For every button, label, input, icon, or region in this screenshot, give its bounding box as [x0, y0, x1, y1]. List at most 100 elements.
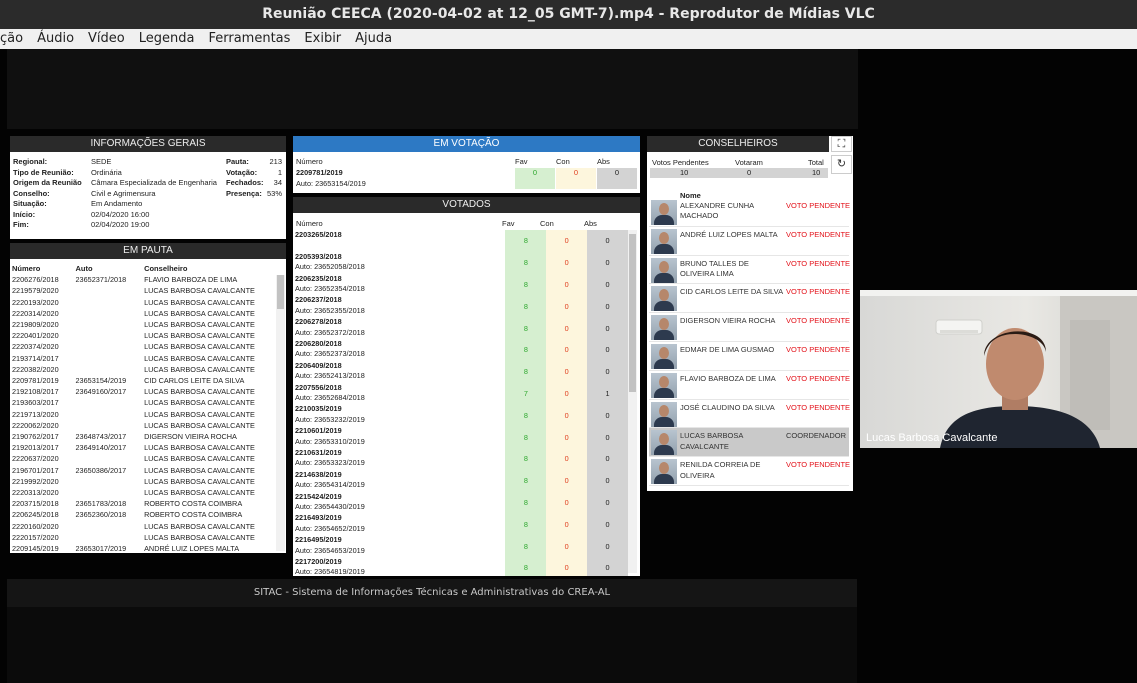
pauta-row[interactable]: 2190762/2017 23648743/2017 DIGERSON VIEIRA…: [10, 431, 286, 442]
conselheiro-row[interactable]: EDMAR DE LIMA GUSMAO VOTO PENDENTE: [649, 342, 851, 371]
votados-list: 2203265/2018 8 0 0 2205393/2018 Auto: 2365205…: [293, 230, 628, 576]
menu-item[interactable]: Ajuda: [355, 29, 392, 49]
conselheiro-row[interactable]: ALEXANDRE CUNHA MACHADO VOTO PENDENTE: [649, 198, 850, 227]
pauta-row[interactable]: 2209781/2019 23653154/2019 CID CARLOS LEIT…: [10, 375, 286, 386]
menu-item[interactable]: Legenda: [139, 29, 195, 49]
pauta-cell: 2219809/2020: [12, 320, 59, 330]
info-field: Regional: SEDE: [13, 157, 223, 168]
pauta-panel: EM PAUTA Número Auto Conselheiro 2206276/20…: [10, 243, 286, 553]
votado-numero: 2217200/2019: [295, 556, 342, 566]
pauta-row[interactable]: 2193603/2017 LUCAS BARBOSA CAVALCANTE: [10, 397, 286, 408]
votacao-con-count: 0: [556, 168, 596, 189]
conselheiro-status: VOTO PENDENTE: [786, 460, 851, 470]
votado-row[interactable]: 2206237/2018 Auto: 23652355/2018 8 0 0: [293, 295, 628, 318]
pauta-row[interactable]: 2220157/2020 LUCAS BARBOSA CAVALCANTE: [10, 532, 286, 543]
pauta-row[interactable]: 2206245/2018 23652360/2018 ROBERTO COSTA C…: [10, 509, 286, 520]
conselheiro-row[interactable]: LUCAS BARBOSA CAVALCANTE COORDENADOR: [649, 428, 849, 458]
menu-item[interactable]: Vídeo: [88, 29, 125, 49]
pauta-cell: [73, 330, 142, 341]
votado-row[interactable]: 2216495/2019 Auto: 23654653/2019 8 0 0: [293, 535, 628, 557]
conselheiro-row[interactable]: DIGERSON VIEIRA ROCHA VOTO PENDENTE: [649, 313, 850, 342]
pauta-row[interactable]: 2206276/2018 23652371/2018 FLAVIO BARBOZA …: [10, 274, 286, 285]
pauta-row[interactable]: 2219579/2020 LUCAS BARBOSA CAVALCANTE: [10, 285, 286, 296]
pauta-row[interactable]: 2220401/2020 LUCAS BARBOSA CAVALCANTE: [10, 330, 286, 341]
pauta-row[interactable]: 2219713/2020 LUCAS BARBOSA CAVALCANTE: [10, 409, 286, 420]
votado-numero: 2206237/2018: [295, 295, 342, 305]
votado-row[interactable]: 2210035/2019 Auto: 23653232/2019 8 0 0: [293, 404, 628, 427]
votados-scrollbar[interactable]: [628, 230, 637, 573]
votado-con: 0: [546, 556, 588, 576]
pauta-row[interactable]: 2192108/2017 23649160/2017 LUCAS BARBOSA C…: [10, 386, 286, 397]
votado-fav: 8: [505, 317, 547, 339]
votado-fav: 8: [505, 447, 547, 470]
votacao-header-con: Con: [556, 157, 570, 166]
conselheiro-row[interactable]: ANDRÉ LUIZ LOPES MALTA VOTO PENDENTE: [649, 227, 850, 256]
votado-fav: 8: [505, 404, 547, 427]
pauta-row[interactable]: 2192013/2017 23649140/2017 LUCAS BARBOSA C…: [10, 442, 286, 453]
votado-row[interactable]: 2216493/2019 Auto: 23654652/2019 8 0 0: [293, 513, 628, 536]
info-title: INFORMAÇÕES GERAIS: [10, 136, 286, 152]
conselheiro-row[interactable]: CID CARLOS LEITE DA SILVA VOTO PENDENTE: [649, 284, 850, 314]
pauta-cell: 2220314/2020: [12, 308, 59, 318]
votado-info: 2210631/2019 Auto: 23653323/2019: [293, 448, 505, 470]
count-pendentes: 10: [680, 168, 689, 177]
pauta-scroll-thumb[interactable]: [277, 275, 284, 309]
info-field: Presença: 53%: [226, 189, 286, 200]
votacao-abs-count: 0: [597, 168, 637, 189]
votado-row[interactable]: 2214638/2019 Auto: 23654314/2019 8 0 0: [293, 469, 628, 492]
menu-item[interactable]: Ferramentas: [208, 29, 290, 49]
votacao-item[interactable]: 2209781/2019 Auto: 23653154/2019: [296, 168, 366, 189]
avatar: [651, 344, 677, 369]
votado-fav: 8: [505, 251, 547, 274]
pauta-row[interactable]: 2209145/2019 23653017/2019 ANDRÉ LUIZ LOPE…: [10, 543, 286, 553]
info-label: Regional:: [13, 157, 48, 166]
pauta-row[interactable]: 2220637/2020 LUCAS BARBOSA CAVALCANTE: [10, 453, 286, 464]
pauta-row[interactable]: 2220314/2020 LUCAS BARBOSA CAVALCANTE: [10, 308, 286, 319]
votado-fav: 8: [505, 273, 547, 296]
votado-fav: 8: [505, 360, 547, 383]
votado-row[interactable]: 2206235/2018 Auto: 23652354/2018 8 0 0: [293, 273, 628, 296]
votado-row[interactable]: 2217200/2019 Auto: 23654819/2019 8 0 0: [293, 556, 628, 576]
votado-row[interactable]: 2207556/2018 Auto: 23652684/2018 7 0 1: [293, 382, 628, 405]
pauta-cell: 2220382/2020: [12, 364, 59, 374]
votado-row[interactable]: 2206280/2018 Auto: 23652373/2018 8 0 0: [293, 338, 628, 361]
votado-row[interactable]: 2215424/2019 Auto: 23654430/2019 8 0 0: [293, 491, 628, 514]
votado-row[interactable]: 2210631/2019 Auto: 23653323/2019 8 0 0: [293, 447, 628, 470]
pauta-cell: ANDRÉ LUIZ LOPES MALTA: [144, 544, 240, 553]
pauta-row[interactable]: 2220193/2020 LUCAS BARBOSA CAVALCANTE: [10, 297, 286, 308]
info-field: Situação: Em Andamento: [13, 199, 223, 210]
pauta-row[interactable]: 2203715/2018 23651783/2018 ROBERTO COSTA C…: [10, 498, 286, 509]
pauta-cell: 23653154/2019: [75, 376, 127, 386]
votado-row[interactable]: 2206278/2018 Auto: 23652372/2018 8 0 0: [293, 317, 628, 339]
pauta-cell: CID CARLOS LEITE DA SILVA: [144, 376, 245, 386]
pauta-scrollbar[interactable]: [276, 275, 285, 551]
votado-numero: 2205393/2018: [295, 251, 342, 261]
expand-icon[interactable]: ⛶: [831, 136, 852, 152]
conselheiro-row[interactable]: RENILDA CORREIA DE OLIVEIRA VOTO PENDENTE: [649, 457, 851, 486]
conselheiro-row[interactable]: FLAVIO BARBOZA DE LIMA VOTO PENDENTE: [649, 371, 850, 400]
votado-row[interactable]: 2206409/2018 Auto: 23652413/2018 8 0 0: [293, 360, 628, 383]
pauta-cell: 23652360/2018: [75, 510, 127, 520]
pauta-row[interactable]: 2219809/2020 LUCAS BARBOSA CAVALCANTE: [10, 319, 286, 330]
conselheiro-status: VOTO PENDENTE: [786, 345, 851, 354]
conselheiro-row[interactable]: BRUNO TALLES DE OLIVEIRA LIMA VOTO PENDEN…: [649, 256, 850, 285]
menu-item[interactable]: Áudio: [37, 29, 74, 49]
pauta-row[interactable]: 2220062/2020 LUCAS BARBOSA CAVALCANTE: [10, 420, 286, 431]
votados-scroll-thumb[interactable]: [629, 234, 636, 392]
pauta-row[interactable]: 2220382/2020 LUCAS BARBOSA CAVALCANTE: [10, 364, 286, 375]
refresh-icon[interactable]: ↻: [831, 155, 852, 174]
pauta-row[interactable]: 2220313/2020 LUCAS BARBOSA CAVALCANTE: [10, 487, 286, 498]
pauta-cell: ROBERTO COSTA COIMBRA: [144, 510, 243, 520]
pauta-row[interactable]: 2219992/2020 LUCAS BARBOSA CAVALCANTE: [10, 476, 286, 487]
pauta-row[interactable]: 2193714/2017 LUCAS BARBOSA CAVALCANTE: [10, 353, 286, 364]
pauta-row[interactable]: 2220374/2020 LUCAS BARBOSA CAVALCANTE: [10, 341, 286, 352]
pauta-row[interactable]: 2220160/2020 LUCAS BARBOSA CAVALCANTE: [10, 521, 286, 532]
info-label: Fim:: [13, 220, 29, 229]
menu-item[interactable]: Exibir: [304, 29, 341, 49]
votado-row[interactable]: 2210601/2019 Auto: 23653310/2019 8 0 0: [293, 426, 628, 448]
pauta-row[interactable]: 2196701/2017 23650386/2017 LUCAS BARBOSA C…: [10, 465, 286, 476]
conselheiro-row[interactable]: JOSÉ CLAUDINO DA SILVA VOTO PENDENTE: [649, 400, 850, 429]
votado-row[interactable]: 2203265/2018 8 0 0: [293, 230, 628, 252]
menu-item[interactable]: ção: [0, 29, 23, 49]
votado-row[interactable]: 2205393/2018 Auto: 23652058/2018 8 0 0: [293, 251, 628, 274]
